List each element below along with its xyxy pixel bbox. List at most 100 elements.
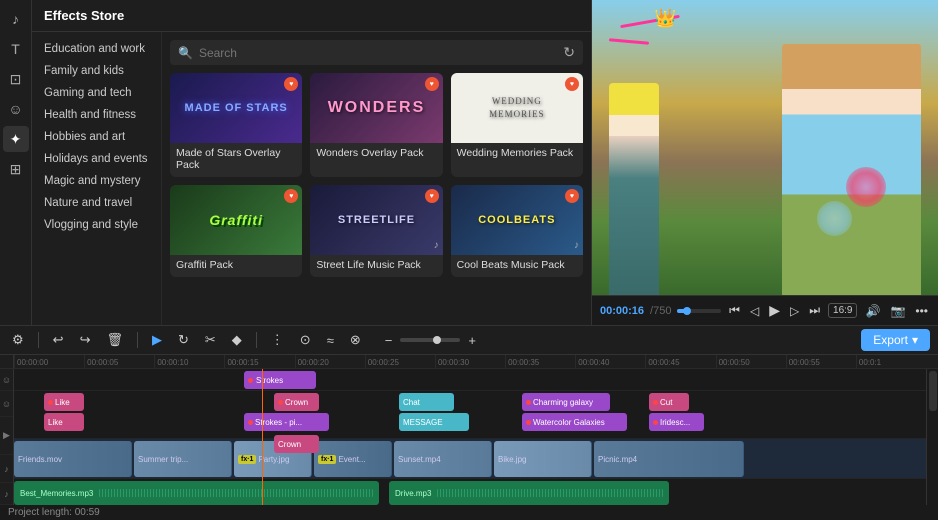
trim-icon[interactable]: ✂ [201,330,220,350]
overlay-nav-icon[interactable]: ⊞ [3,156,29,182]
snapshot-icon[interactable]: 📷 [888,302,907,320]
speed-icon[interactable]: ⊙ [296,330,315,350]
right-scrollbar[interactable] [926,369,938,505]
volume-icon[interactable]: 🔊 [863,302,882,320]
video-seg-summer[interactable]: Summer trip... [134,441,232,477]
track-side-sticker2[interactable]: ☺ [0,391,13,417]
ruler-inner: 00:00:00 00:00:05 00:00:10 00:00:15 00:0… [14,355,926,368]
effect-card-made-of-stars[interactable]: MADE OF STARS ♥ Made of Stars Overlay Pa… [170,73,302,177]
sticker-clip-cut-top[interactable]: Cut [649,393,689,411]
effect-card-street[interactable]: STREETLIFE ♥ ♪ Street Life Music Pack [310,185,442,277]
skip-back-icon[interactable]: ⏮ [727,301,742,320]
audio-track-icon-2: ♪ [4,489,9,499]
refresh-icon[interactable]: ↻ [563,44,575,61]
search-input[interactable] [199,46,557,60]
sticker-nav-icon[interactable]: ☺ [3,96,29,122]
export-button[interactable]: Export ▾ [861,329,930,351]
loop-icon[interactable]: ↻ [174,330,193,350]
ruler-mark-8: 00:00:40 [575,355,645,368]
sticker-clip-iridesc[interactable]: Iridesc... [649,413,704,431]
ruler-mark-11: 00:00:55 [786,355,856,368]
ruler-side-header [0,355,14,368]
skip-forward-icon[interactable]: ⏭ [807,301,822,320]
sticker-clip-chat[interactable]: Chat [399,393,454,411]
ruler-mark-12: 00:0:1 [856,355,926,368]
sticker-clip-strokes-bot[interactable]: Strokes - pi... [244,413,329,431]
play-icon[interactable]: ▶ [767,300,782,321]
timeline-scroll-area: 00:00:00 00:00:05 00:00:10 00:00:15 00:0… [0,355,938,505]
video-seg-event[interactable]: fx·1Event... [314,441,392,477]
sticker-clip-crown-bot[interactable]: Crown [274,435,319,453]
timeline-settings-icon[interactable]: ⚙ [8,330,28,350]
delete-icon[interactable]: 🗑 [102,330,127,350]
effects-nav-icon[interactable]: ✦ [3,126,29,152]
effect-card-graffiti[interactable]: Graffiti ♥ Graffiti Pack [170,185,302,277]
transition-nav-icon[interactable]: ⊡ [3,66,29,92]
category-health[interactable]: Health and fitness [32,104,161,126]
sticker-clip-charming-bot[interactable]: Watercolor Galaxies [522,413,627,431]
tracks-main: Strokes Like Like [14,369,926,505]
video-seg-sunset[interactable]: Sunset.mp4 [394,441,492,477]
time-current: 00:00:16 [600,305,644,317]
left-icon-bar: ♪ T ⊡ ☺ ✦ ⊞ [0,0,32,325]
export-chevron-icon: ▾ [912,333,918,347]
category-gaming[interactable]: Gaming and tech [32,82,161,104]
undo-icon[interactable]: ↩ [49,330,68,350]
redo-icon[interactable]: ↪ [76,330,95,350]
more-options-icon[interactable]: ••• [913,302,930,320]
scroll-thumb [929,371,937,411]
effects-store-panel: Effects Store Education and work Family … [32,0,592,325]
link-icon[interactable]: ⊗ [346,330,365,350]
track-side-audio2[interactable]: ♪ [0,483,13,505]
music-nav-icon[interactable]: ♪ [3,6,29,32]
effect-card-cool[interactable]: COOLBEATS ♥ ♪ Cool Beats Music Pack [451,185,583,277]
track-side-sticker1[interactable]: ☺ [0,369,13,391]
effect-info-0: Made of Stars Overlay Pack [170,143,302,177]
category-vlogging[interactable]: Vlogging and style [32,214,161,236]
progress-dot [683,307,691,315]
progress-bar[interactable] [677,309,721,313]
category-family[interactable]: Family and kids [32,60,161,82]
audio-clip-drive[interactable]: Drive.mp3 [389,481,669,505]
ruler-mark-3: 00:00:15 [224,355,294,368]
track-side-video[interactable]: ▶ [0,417,13,455]
video-seg-bike[interactable]: Bike.jpg [494,441,592,477]
category-hobbies[interactable]: Hobbies and art [32,126,161,148]
sticker-clip-strokes-top[interactable]: Strokes [244,371,316,389]
thumb-label-5: COOLBEATS [451,185,583,255]
aspect-ratio-button[interactable]: 16:9 [828,303,857,318]
effect-card-wedding[interactable]: WEDDINGMEMORIES ♥ Wedding Memories Pack [451,73,583,177]
zoom-in-icon[interactable]: + [464,331,480,350]
badge-5: ♥ [565,189,579,203]
category-education[interactable]: Education and work [32,38,161,60]
ruler-mark-6: 00:00:30 [435,355,505,368]
sticker-clip-charming-top[interactable]: Charming galaxy [522,393,610,411]
fx-badge-event: fx·1 [318,455,336,464]
ruler-mark-0: 00:00:00 [14,355,84,368]
split-icon[interactable]: ⋮ [267,330,288,350]
text-nav-icon[interactable]: T [3,36,29,62]
sticker-clip-like-bottom[interactable]: Like [44,413,84,431]
sticker-clip-like-top[interactable]: Like [44,393,84,411]
audio-clip-best-memories[interactable]: Best_Memories.mp3 [14,481,379,505]
audio-mix-icon[interactable]: ≈ [323,331,338,350]
sticker-clip-crown-top[interactable]: Crown [274,393,319,411]
main-area: ♪ T ⊡ ☺ ✦ ⊞ Effects Store Education and … [0,0,938,325]
ruler-mark-5: 00:00:25 [365,355,435,368]
effect-card-wonders[interactable]: WONDERS ♥ Wonders Overlay Pack [310,73,442,177]
prev-frame-icon[interactable]: ◁ [748,302,761,320]
category-holidays[interactable]: Holidays and events [32,148,161,170]
video-track-icon: ▶ [3,430,10,441]
zoom-out-icon[interactable]: − [381,331,397,350]
marker-icon[interactable]: ◆ [228,330,246,350]
next-frame-icon[interactable]: ▷ [788,302,801,320]
video-seg-picnic[interactable]: Picnic.mp4 [594,441,744,477]
category-magic[interactable]: Magic and mystery [32,170,161,192]
track-side-audio1[interactable]: ♪ [0,455,13,483]
sticker-clip-message[interactable]: MESSAGE [399,413,469,431]
audio-track-icon-1: ♪ [4,464,9,474]
zoom-bar[interactable] [400,338,460,342]
category-nature[interactable]: Nature and travel [32,192,161,214]
video-seg-friends[interactable]: Friends.mov [14,441,132,477]
play-timeline-icon[interactable]: ▶ [148,330,166,350]
